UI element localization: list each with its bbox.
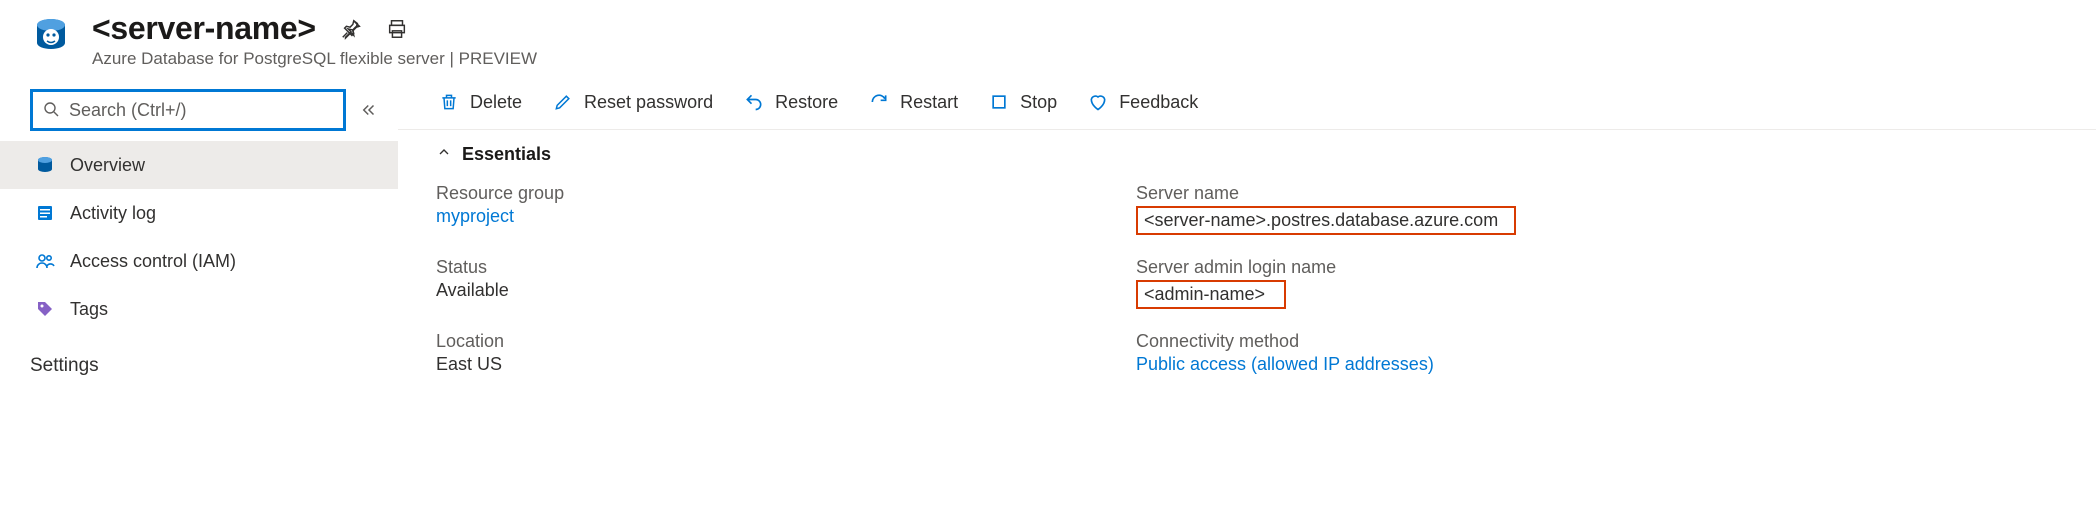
admin-login-highlight: <admin-name> xyxy=(1136,280,1286,309)
people-icon xyxy=(34,250,56,272)
admin-login-value[interactable]: <admin-name> xyxy=(1144,284,1265,304)
essentials-toggle[interactable]: Essentials xyxy=(398,130,2096,173)
resource-icon xyxy=(30,14,72,56)
refresh-icon xyxy=(868,91,890,113)
pin-icon[interactable] xyxy=(340,18,362,40)
server-name-value[interactable]: <server-name>.postres.database.azure.com xyxy=(1144,210,1498,230)
trash-icon xyxy=(438,91,460,113)
button-label: Restart xyxy=(900,92,958,113)
field-label: Server admin login name xyxy=(1136,257,1736,278)
sidebar-item-label: Overview xyxy=(70,155,145,176)
sidebar-item-label: Tags xyxy=(70,299,108,320)
field-connectivity: Connectivity method Public access (allow… xyxy=(1136,331,1736,375)
sidebar-item-access-control[interactable]: Access control (IAM) xyxy=(0,237,398,285)
button-label: Restore xyxy=(775,92,838,113)
reset-password-button[interactable]: Reset password xyxy=(552,91,713,113)
field-status: Status Available xyxy=(436,257,1116,309)
connectivity-link[interactable]: Public access (allowed IP addresses) xyxy=(1136,354,1736,375)
field-location: Location East US xyxy=(436,331,1116,375)
print-icon[interactable] xyxy=(386,18,408,40)
heart-icon xyxy=(1087,91,1109,113)
sidebar-item-label: Activity log xyxy=(70,203,156,224)
field-label: Location xyxy=(436,331,1116,352)
sidebar-item-overview[interactable]: Overview xyxy=(0,141,398,189)
essentials-label: Essentials xyxy=(462,144,551,165)
resource-group-link[interactable]: myproject xyxy=(436,206,1116,227)
button-label: Feedback xyxy=(1119,92,1198,113)
field-label: Resource group xyxy=(436,183,1116,204)
location-value: East US xyxy=(436,354,1116,375)
field-server-name: Server name <server-name>.postres.databa… xyxy=(1136,183,1736,235)
chevron-up-icon xyxy=(436,144,452,165)
field-admin-login: Server admin login name <admin-name> xyxy=(1136,257,1736,309)
status-value: Available xyxy=(436,280,1116,301)
page-header: <server-name> Azure Database for Postgre… xyxy=(0,0,2096,81)
sidebar-item-tags[interactable]: Tags xyxy=(0,285,398,333)
sidebar-section-settings: Settings xyxy=(0,333,398,385)
field-label: Status xyxy=(436,257,1116,278)
page-title: <server-name> xyxy=(92,10,316,47)
sidebar-item-label: Access control (IAM) xyxy=(70,251,236,272)
undo-icon xyxy=(743,91,765,113)
main-content: Delete Reset password Restore xyxy=(398,81,2096,523)
delete-button[interactable]: Delete xyxy=(438,91,522,113)
essentials-panel: Resource group myproject Server name <se… xyxy=(398,173,2096,375)
field-label: Server name xyxy=(1136,183,1736,204)
button-label: Delete xyxy=(470,92,522,113)
field-label: Connectivity method xyxy=(1136,331,1736,352)
pencil-icon xyxy=(552,91,574,113)
tag-icon xyxy=(34,298,56,320)
sidebar: Overview Activity log xyxy=(0,81,398,523)
server-name-highlight: <server-name>.postres.database.azure.com xyxy=(1136,206,1516,235)
command-bar: Delete Reset password Restore xyxy=(398,85,2096,130)
search-icon xyxy=(43,101,59,120)
database-icon xyxy=(34,154,56,176)
sidebar-item-activity-log[interactable]: Activity log xyxy=(0,189,398,237)
field-resource-group: Resource group myproject xyxy=(436,183,1116,235)
activity-log-icon xyxy=(34,202,56,224)
button-label: Stop xyxy=(1020,92,1057,113)
restart-button[interactable]: Restart xyxy=(868,91,958,113)
collapse-sidebar-icon[interactable] xyxy=(360,101,378,119)
feedback-button[interactable]: Feedback xyxy=(1087,91,1198,113)
stop-icon xyxy=(988,91,1010,113)
stop-button[interactable]: Stop xyxy=(988,91,1057,113)
header-title-block: <server-name> Azure Database for Postgre… xyxy=(92,10,537,69)
page-subtitle: Azure Database for PostgreSQL flexible s… xyxy=(92,49,537,69)
button-label: Reset password xyxy=(584,92,713,113)
restore-button[interactable]: Restore xyxy=(743,91,838,113)
search-input[interactable] xyxy=(69,100,333,121)
search-box[interactable] xyxy=(30,89,346,131)
